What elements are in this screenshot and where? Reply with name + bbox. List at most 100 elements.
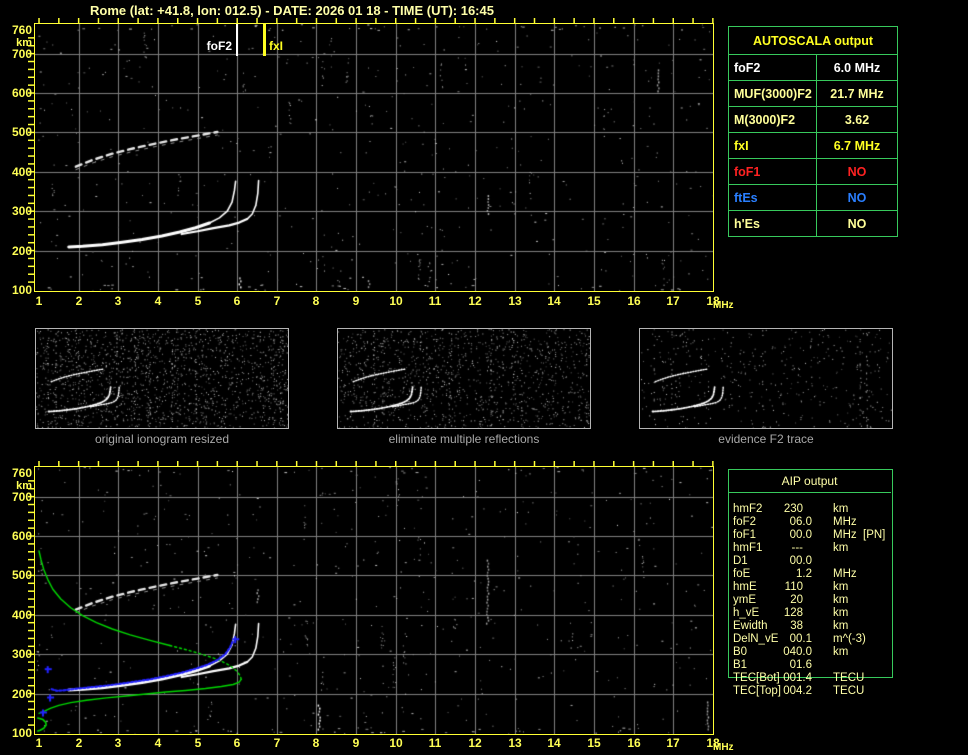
aip-param: foE (733, 568, 750, 581)
aip-param: foF2 (733, 516, 756, 529)
aip-unit: km (833, 607, 848, 620)
autoscala-row: foF1 NO (729, 159, 898, 185)
autoscala-row: foF2 6.0 MHz (729, 55, 898, 81)
autoscala-param: h'Es (729, 211, 817, 237)
y-tick-label-top: 300 (0, 205, 32, 217)
y-tick-label-top: 200 (0, 245, 32, 257)
aip-param: B0 (733, 646, 747, 659)
x-tick-label-bottom: 12 (460, 737, 490, 749)
page-title: Rome (lat: +41.8, lon: 012.5) - DATE: 20… (90, 3, 494, 18)
aip-param: Ewidth (733, 620, 768, 633)
x-tick-label-top: 14 (539, 295, 569, 307)
aip-unit: TECU (833, 672, 864, 685)
aip-value: 20 (768, 594, 803, 607)
panel-caption-original: original ionogram resized (35, 432, 289, 446)
autoscala-value: 6.7 MHz (817, 133, 898, 159)
aip-unit: km (833, 620, 848, 633)
x-tick-label-top: 3 (103, 295, 133, 307)
panel-evidence-f2 (639, 328, 893, 429)
aip-param: B1 (733, 659, 747, 672)
autoscala-value: 21.7 MHz (817, 81, 898, 107)
aip-unit: MHz (833, 568, 857, 581)
aip-table-title: AIP output (728, 474, 891, 488)
autoscala-param: foF2 (729, 55, 817, 81)
aip-unit: TECU (833, 685, 864, 698)
x-tick-label-top: 16 (619, 295, 649, 307)
x-tick-label-top: 12 (460, 295, 490, 307)
x-tick-label-bottom: 17 (658, 737, 688, 749)
aip-value: 1.2 (768, 568, 812, 581)
x-tick-label-bottom: 13 (500, 737, 530, 749)
aip-row: foF2 06.0 MHz (728, 516, 968, 529)
aip-row: hmF1 --- km (728, 542, 968, 555)
y-tick-label-top: 400 (0, 166, 32, 178)
autoscala-app-window: Rome (lat: +41.8, lon: 012.5) - DATE: 20… (0, 0, 968, 755)
panel-caption-evidence: evidence F2 trace (639, 432, 893, 446)
x-tick-label-bottom: 2 (64, 737, 94, 749)
y-tick-label-top: 600 (0, 87, 32, 99)
aip-unit: km (833, 581, 848, 594)
aip-value: 01.6 (768, 659, 812, 672)
aip-row: foE 1.2 MHz (728, 568, 968, 581)
x-tick-label-top: 11 (420, 295, 450, 307)
ionogram-bottom-plot (34, 466, 714, 735)
x-tick-label-bottom: 3 (103, 737, 133, 749)
x-tick-label-top: 9 (341, 295, 371, 307)
aip-value: 001.4 (768, 672, 812, 685)
aip-row: B1 01.6 (728, 659, 968, 672)
x-tick-label-bottom: 11 (420, 737, 450, 749)
fxi-marker-label: fxI (269, 40, 283, 52)
aip-value: 040.0 (768, 646, 812, 659)
autoscala-table-title: AUTOSCALA output (729, 27, 898, 55)
aip-param: hmF2 (733, 503, 762, 516)
x-tick-label-top: 17 (658, 295, 688, 307)
x-tick-label-bottom: 5 (183, 737, 213, 749)
x-tick-label-bottom: 10 (381, 737, 411, 749)
x-tick-label-top: 8 (301, 295, 331, 307)
aip-row: ymE 20 km (728, 594, 968, 607)
x-tick-label-top: 2 (64, 295, 94, 307)
aip-param: D1 (733, 555, 748, 568)
fxi-marker-line (263, 24, 266, 56)
aip-unit: km (833, 594, 848, 607)
autoscala-value: NO (817, 159, 898, 185)
aip-unit: km (833, 503, 848, 516)
y-tick-label-bottom: 400 (0, 609, 32, 621)
y-tick-label-top: 760 (0, 24, 32, 36)
panel-eliminate-canvas (338, 329, 590, 428)
aip-row: B0 040.0 km (728, 646, 968, 659)
x-tick-label-top: 10 (381, 295, 411, 307)
autoscala-row: MUF(3000)F2 21.7 MHz (729, 81, 898, 107)
aip-param: foF1 (733, 529, 756, 542)
x-tick-label-top: 13 (500, 295, 530, 307)
aip-unit: MHz (833, 516, 857, 529)
x-tick-label-bottom: 8 (301, 737, 331, 749)
aip-param: hmE (733, 581, 757, 594)
y-tick-label-top: 500 (0, 126, 32, 138)
y-tick-label-bottom: 200 (0, 688, 32, 700)
autoscala-output-table: AUTOSCALA output foF2 6.0 MHz MUF(3000)F2 2… (728, 26, 898, 237)
y-axis-unit-top: km (0, 38, 32, 49)
aip-row: D1 00.0 (728, 555, 968, 568)
aip-row: TEC[Top] 004.2 TECU (728, 685, 968, 698)
panel-eliminate-reflections (337, 328, 591, 429)
panel-original-ionogram (35, 328, 289, 429)
aip-value: 00.0 (768, 555, 812, 568)
aip-row: hmE 110 km (728, 581, 968, 594)
aip-value: 230 (768, 503, 803, 516)
aip-value: 38 (768, 620, 803, 633)
fof2-marker-line (236, 24, 238, 56)
x-tick-label-bottom: 16 (619, 737, 649, 749)
aip-value: 128 (768, 607, 803, 620)
aip-value: 110 (768, 581, 803, 594)
x-tick-label-top: 1 (24, 295, 54, 307)
autoscala-value: 6.0 MHz (817, 55, 898, 81)
aip-value: 06.0 (768, 516, 812, 529)
autoscala-value: NO (817, 211, 898, 237)
autoscala-param: foF1 (729, 159, 817, 185)
x-tick-label-bottom: 6 (222, 737, 252, 749)
autoscala-row: h'Es NO (729, 211, 898, 237)
aip-value: 00.0 (768, 529, 812, 542)
autoscala-value: 3.62 (817, 107, 898, 133)
ionogram-top-plot (34, 23, 714, 292)
